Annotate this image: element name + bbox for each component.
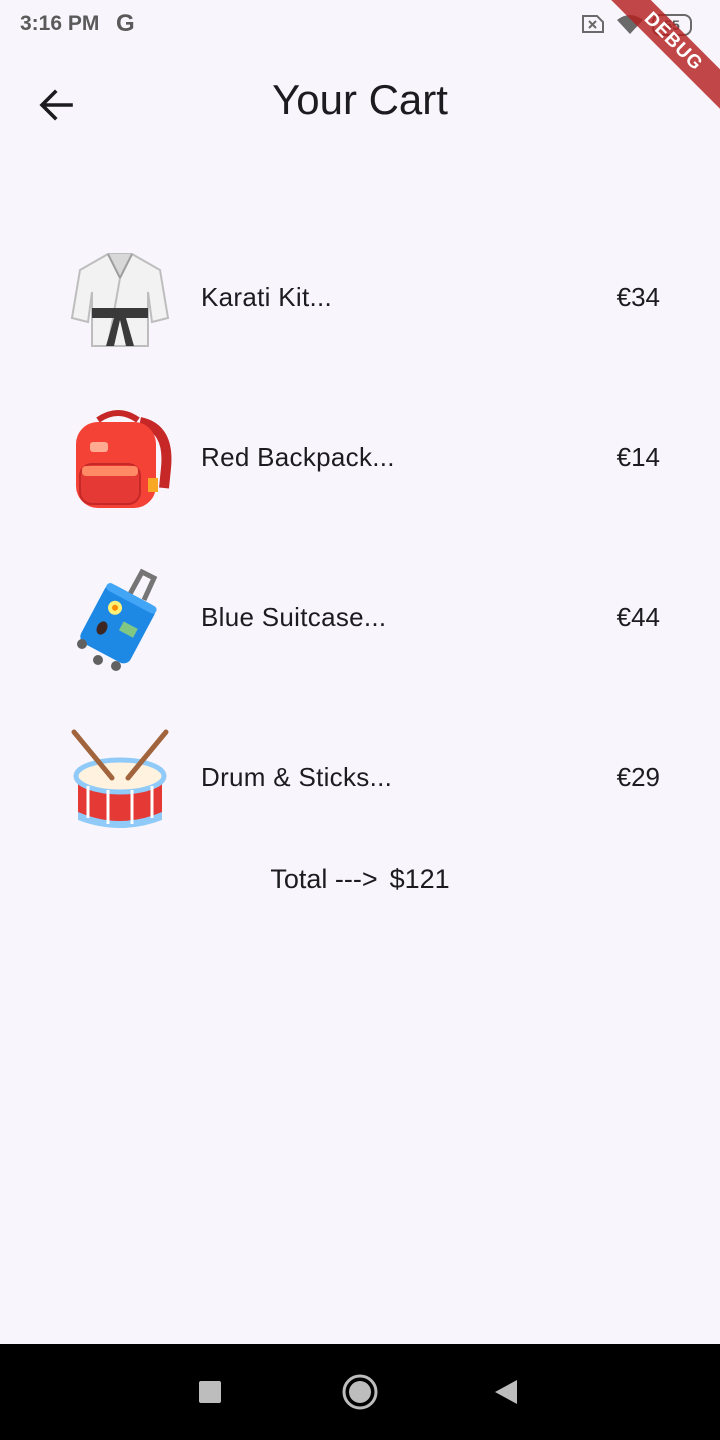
recents-square-icon bbox=[199, 1381, 221, 1403]
item-price: €29 bbox=[616, 762, 660, 792]
page-title: Your Cart bbox=[272, 76, 448, 123]
cart-item-drum-sticks[interactable]: Drum & Sticks... €29 bbox=[0, 700, 720, 860]
status-bar: 3:16 PM G 55 DEBUG bbox=[0, 0, 720, 120]
item-name: Blue Suitcase... bbox=[201, 602, 387, 632]
wifi-icon bbox=[617, 15, 643, 34]
cart-item-karate-kit[interactable]: Karati Kit... €34 bbox=[0, 220, 720, 380]
back-nav-button[interactable] bbox=[486, 1372, 526, 1412]
status-icons: 55 bbox=[580, 12, 710, 38]
status-time: 3:16 PM bbox=[20, 12, 100, 35]
total-label: Total ---> bbox=[270, 864, 378, 894]
item-price: €14 bbox=[616, 442, 660, 472]
battery-icon: 55 bbox=[652, 14, 692, 36]
no-sim-icon bbox=[582, 15, 604, 33]
item-price: €34 bbox=[616, 282, 660, 312]
cart-item-red-backpack[interactable]: Red Backpack... €14 bbox=[0, 380, 720, 540]
total-amount: $121 bbox=[389, 864, 450, 894]
item-name: Drum & Sticks... bbox=[201, 762, 393, 792]
back-triangle-icon bbox=[495, 1380, 517, 1404]
item-price: €44 bbox=[616, 602, 660, 632]
home-circle-icon bbox=[342, 1374, 378, 1410]
recents-button[interactable] bbox=[190, 1372, 230, 1412]
google-icon: G bbox=[116, 10, 135, 37]
cart-total: Total ---> $121 bbox=[0, 864, 720, 895]
battery-level: 55 bbox=[664, 17, 680, 33]
cart-item-blue-suitcase[interactable]: Blue Suitcase... €44 bbox=[0, 540, 720, 700]
backpack-icon bbox=[76, 410, 172, 508]
item-name: Karati Kit... bbox=[201, 282, 333, 312]
karate-uniform-icon bbox=[70, 253, 170, 347]
system-nav-bar bbox=[0, 1344, 720, 1440]
home-button[interactable] bbox=[340, 1372, 380, 1412]
drum-icon bbox=[71, 729, 169, 828]
suitcase-icon bbox=[77, 568, 158, 671]
item-name: Red Backpack... bbox=[201, 442, 395, 472]
